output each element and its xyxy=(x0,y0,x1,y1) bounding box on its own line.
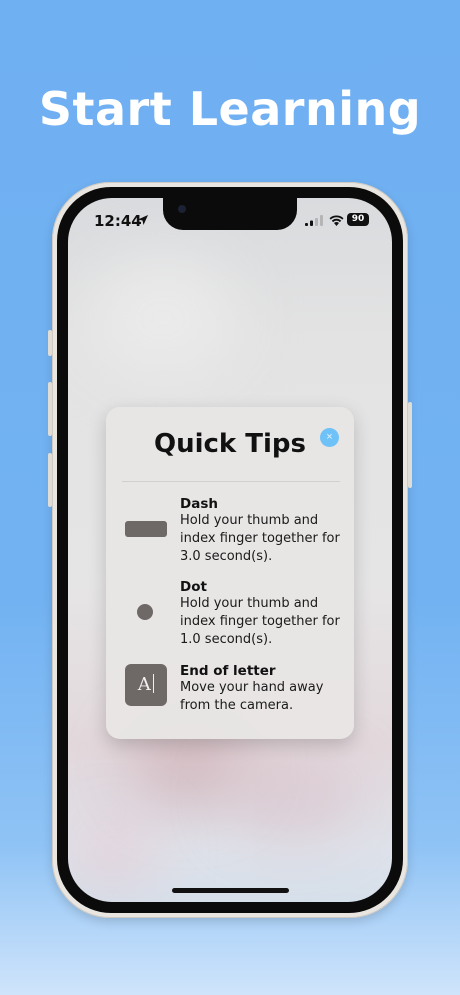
tip-line: Move your hand away xyxy=(180,680,324,695)
home-indicator[interactable] xyxy=(172,888,289,893)
phone-volume-down-button xyxy=(48,453,52,507)
tip-line: index finger together for xyxy=(180,531,340,546)
tip-line: index finger together for xyxy=(180,614,340,629)
divider xyxy=(122,481,340,482)
tip-title-end-of-letter: End of letter xyxy=(180,663,276,679)
background-blur xyxy=(88,258,238,378)
end-of-letter-icon: A xyxy=(125,664,167,706)
phone-volume-up-button xyxy=(48,382,52,436)
tip-line: 1.0 second(s). xyxy=(180,632,273,647)
close-button[interactable]: × xyxy=(320,428,339,447)
battery-level: 90 xyxy=(351,214,365,224)
tip-line: from the camera. xyxy=(180,698,294,713)
quick-tips-dialog: Quick Tips × Dash Hold your thumb and in… xyxy=(106,407,354,739)
location-arrow-icon xyxy=(138,215,148,225)
dialog-title: Quick Tips xyxy=(153,429,306,459)
phone-power-button xyxy=(408,402,412,488)
wifi-icon xyxy=(329,215,344,226)
page-headline: Start Learning xyxy=(38,82,422,136)
status-time: 12:44 xyxy=(94,212,142,230)
cellular-signal-icon xyxy=(305,215,323,226)
dot-icon xyxy=(137,604,153,620)
tip-line: 3.0 second(s). xyxy=(180,549,273,564)
tip-title-dash: Dash xyxy=(180,496,218,512)
dash-icon xyxy=(125,521,167,537)
battery-icon: 90 xyxy=(347,213,369,226)
tip-line: Hold your thumb and xyxy=(180,596,319,611)
tip-line: Hold your thumb and xyxy=(180,513,319,528)
notch xyxy=(163,198,297,230)
phone-silent-switch xyxy=(48,330,52,356)
tip-description-end-of-letter: Move your hand away from the camera. xyxy=(180,679,345,715)
tip-description-dash: Hold your thumb and index finger togethe… xyxy=(180,512,345,566)
tip-title-dot: Dot xyxy=(180,579,207,595)
letter-glyph: A xyxy=(137,674,151,695)
tip-description-dot: Hold your thumb and index finger togethe… xyxy=(180,595,345,649)
front-camera xyxy=(178,205,186,213)
close-icon: × xyxy=(326,431,333,443)
text-cursor-icon xyxy=(152,674,155,693)
background-blur xyxy=(68,818,158,888)
background-blur xyxy=(228,758,358,838)
